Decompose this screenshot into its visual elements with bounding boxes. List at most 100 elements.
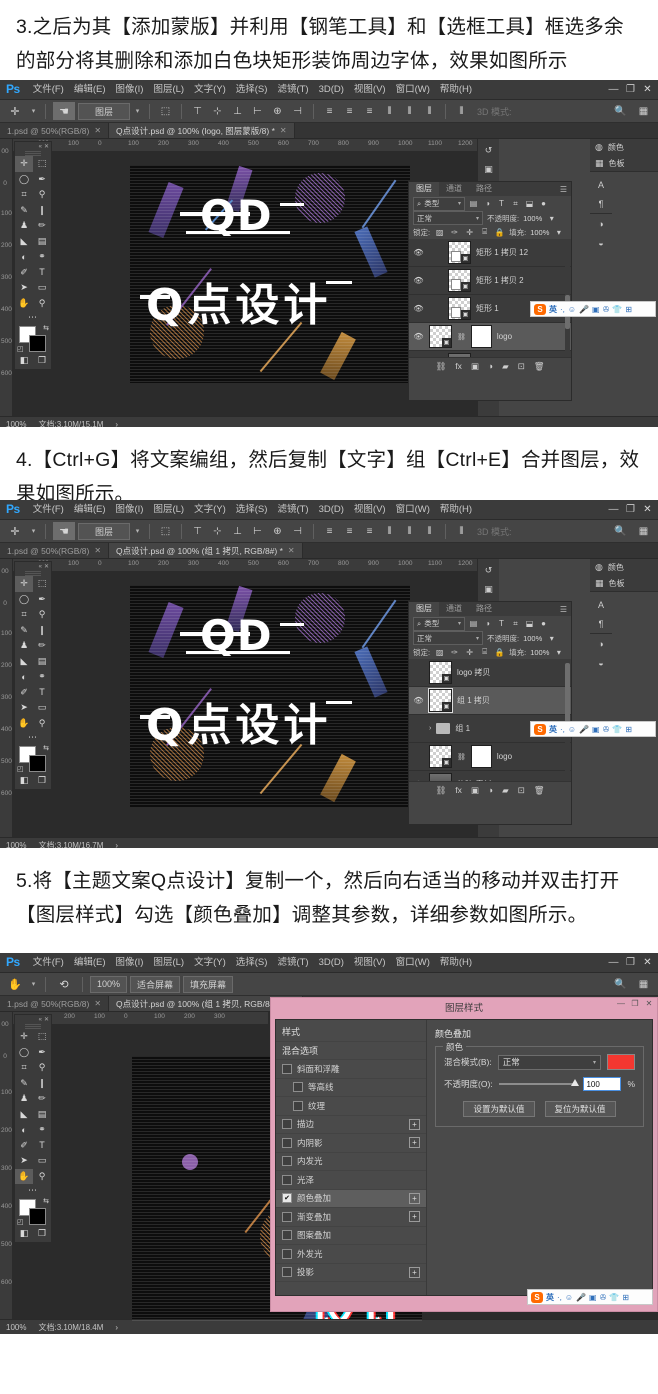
- clone-stamp-tool-icon[interactable]: ♟: [15, 1091, 33, 1107]
- layer-visibility-toggle[interactable]: 👁: [413, 724, 424, 733]
- close-icon[interactable]: ✕: [94, 546, 101, 555]
- effect-checkbox[interactable]: ✔: [282, 1193, 292, 1204]
- ime-menu-icon[interactable]: ·,: [560, 725, 565, 734]
- tab-channels[interactable]: 通道: [439, 182, 469, 196]
- table-row[interactable]: 👁 ▣ 组 1 拷贝: [409, 687, 571, 715]
- auto-select-icon[interactable]: ☚: [53, 522, 75, 540]
- ime-mode-label[interactable]: 英: [549, 304, 557, 315]
- filter-pixel-icon[interactable]: ▤: [468, 199, 479, 208]
- collapse-icon[interactable]: «: [39, 1017, 42, 1023]
- ime-skin-icon[interactable]: 👕: [612, 305, 622, 314]
- marquee-tool-icon[interactable]: ⬚: [33, 1029, 51, 1045]
- minimize-button[interactable]: —: [605, 953, 622, 972]
- blur-tool-icon[interactable]: ◐: [15, 1122, 33, 1138]
- document-tab-1[interactable]: 1.psd @ 50%(RGB/8) ✕: [0, 123, 110, 138]
- dist-right-icon[interactable]: ⫴: [421, 523, 438, 540]
- blend-mode-select[interactable]: 正常 ▾: [497, 1054, 601, 1070]
- workspace-chevron-down-icon[interactable]: ▦: [635, 103, 652, 120]
- menu-image[interactable]: 图像(I): [111, 500, 149, 519]
- screen-mode-icon[interactable]: ❐: [33, 1226, 51, 1242]
- menu-view[interactable]: 视图(V): [349, 500, 391, 519]
- clone-stamp-tool-icon[interactable]: ♟: [15, 218, 33, 234]
- menu-3d[interactable]: 3D(D): [314, 953, 349, 972]
- type-tool-icon[interactable]: T: [33, 1138, 51, 1154]
- link-layers-icon[interactable]: ⛓: [435, 785, 446, 796]
- quick-mask-icon[interactable]: ◧: [15, 773, 33, 789]
- layer-mask-thumbnail[interactable]: [470, 745, 492, 768]
- eraser-tool-icon[interactable]: ◣: [15, 234, 33, 250]
- lock-image-icon[interactable]: ✑: [449, 228, 460, 237]
- edit-toolbar-icon[interactable]: ⋯: [15, 311, 51, 323]
- menu-help[interactable]: 帮助(H): [435, 80, 477, 99]
- rectangle-tool-icon[interactable]: ▭: [33, 1153, 51, 1169]
- path-select-tool-icon[interactable]: ➤: [15, 700, 33, 716]
- lock-transparent-icon[interactable]: ▨: [434, 648, 445, 657]
- layer-filter-type[interactable]: ⌕ 类型 ▾: [413, 196, 465, 211]
- pen-tool-icon[interactable]: ✐: [15, 685, 33, 701]
- adjustment-layer-icon[interactable]: ◑: [488, 785, 493, 795]
- dist-top-icon[interactable]: ≡: [321, 523, 338, 540]
- align-left-icon[interactable]: ⊢: [249, 523, 266, 540]
- layers-scrollbar-thumb[interactable]: [565, 663, 570, 725]
- add-effect-icon[interactable]: +: [409, 1137, 420, 1149]
- maximize-button[interactable]: ❐: [622, 500, 639, 519]
- list-item[interactable]: 样式: [276, 1023, 426, 1042]
- ime-voice-icon[interactable]: 🎤: [576, 1293, 586, 1302]
- menu-view[interactable]: 视图(V): [349, 80, 391, 99]
- layer-visibility-toggle[interactable]: 👁: [413, 696, 424, 705]
- swap-colors-icon[interactable]: ⇆: [43, 744, 49, 752]
- menu-filter[interactable]: 滤镜(T): [272, 500, 313, 519]
- ime-menu-icon[interactable]: ·,: [560, 305, 565, 314]
- fill-value[interactable]: 100%: [530, 648, 549, 657]
- close-button[interactable]: ✕: [639, 80, 656, 99]
- rectangle-tool-icon[interactable]: ▭: [33, 700, 51, 716]
- list-item[interactable]: 外发光: [276, 1245, 426, 1264]
- menu-select[interactable]: 选择(S): [231, 80, 273, 99]
- status-arrow-icon[interactable]: ›: [115, 841, 118, 849]
- adjustments-icon[interactable]: ◑: [590, 214, 612, 233]
- workspace-chevron-down-icon[interactable]: ▦: [635, 523, 652, 540]
- ime-emoji-icon[interactable]: ☺: [568, 725, 576, 734]
- align-top-icon[interactable]: ⊤: [189, 523, 206, 540]
- maximize-button[interactable]: ❐: [629, 999, 641, 1008]
- align-left-icon[interactable]: ⊢: [249, 103, 266, 120]
- filter-type-icon[interactable]: T: [496, 619, 507, 628]
- filter-adjust-icon[interactable]: ◑: [482, 619, 493, 628]
- blur-tool-icon[interactable]: ◐: [15, 669, 33, 685]
- filter-smart-icon[interactable]: ⬓: [524, 199, 535, 208]
- list-item[interactable]: 纹理: [276, 1097, 426, 1116]
- menu-help[interactable]: 帮助(H): [435, 953, 477, 972]
- hand-tool-icon[interactable]: ✋: [15, 1168, 33, 1184]
- link-mask-icon[interactable]: ⛓: [457, 753, 466, 761]
- document-tab-1[interactable]: 1.psd @ 50%(RGB/8) ✕: [0, 996, 110, 1011]
- chevron-right-icon[interactable]: ›: [429, 725, 431, 732]
- close-icon[interactable]: ✕: [280, 126, 287, 135]
- rotate-view-icon[interactable]: ⟲: [53, 975, 75, 993]
- zoom-tool-icon[interactable]: ⚲: [33, 716, 51, 732]
- lock-nesting-icon[interactable]: ⌸: [479, 647, 490, 657]
- table-row[interactable]: 👁 ▣ logo 拷贝: [409, 659, 571, 687]
- close-icon[interactable]: ✕: [44, 143, 49, 150]
- adjustments-icon[interactable]: ◑: [590, 634, 612, 653]
- effect-checkbox[interactable]: [282, 1137, 292, 1148]
- eraser-tool-icon[interactable]: ◣: [15, 654, 33, 670]
- add-effect-icon[interactable]: +: [409, 1192, 420, 1204]
- move-tool-icon[interactable]: ✛: [15, 1029, 33, 1045]
- list-item[interactable]: 斜面和浮雕: [276, 1060, 426, 1079]
- collapse-icon[interactable]: «: [39, 564, 42, 570]
- layer-visibility-toggle[interactable]: 👁: [413, 276, 424, 285]
- healing-brush-tool-icon[interactable]: ✎: [15, 203, 33, 219]
- ime-skin-icon[interactable]: 👕: [612, 725, 622, 734]
- layer-mask-thumbnail[interactable]: [470, 325, 492, 348]
- menu-edit[interactable]: 编辑(E): [69, 500, 111, 519]
- clone-stamp-tool-icon[interactable]: ♟: [15, 638, 33, 654]
- eyedropper-tool-icon[interactable]: ⚲: [33, 187, 51, 203]
- align-more-icon[interactable]: ⦀: [453, 523, 470, 540]
- table-row[interactable]: 👁 ▣ 矩形 1 拷贝 12: [409, 239, 571, 267]
- ime-voice-icon[interactable]: 🎤: [579, 305, 589, 314]
- align-hcenter-icon[interactable]: ⊕: [269, 103, 286, 120]
- path-select-tool-icon[interactable]: ➤: [15, 280, 33, 296]
- dodge-tool-icon[interactable]: ⚭: [33, 669, 51, 685]
- ime-screenshot-icon[interactable]: ▣: [589, 1293, 597, 1302]
- fx-icon[interactable]: fx: [455, 785, 462, 795]
